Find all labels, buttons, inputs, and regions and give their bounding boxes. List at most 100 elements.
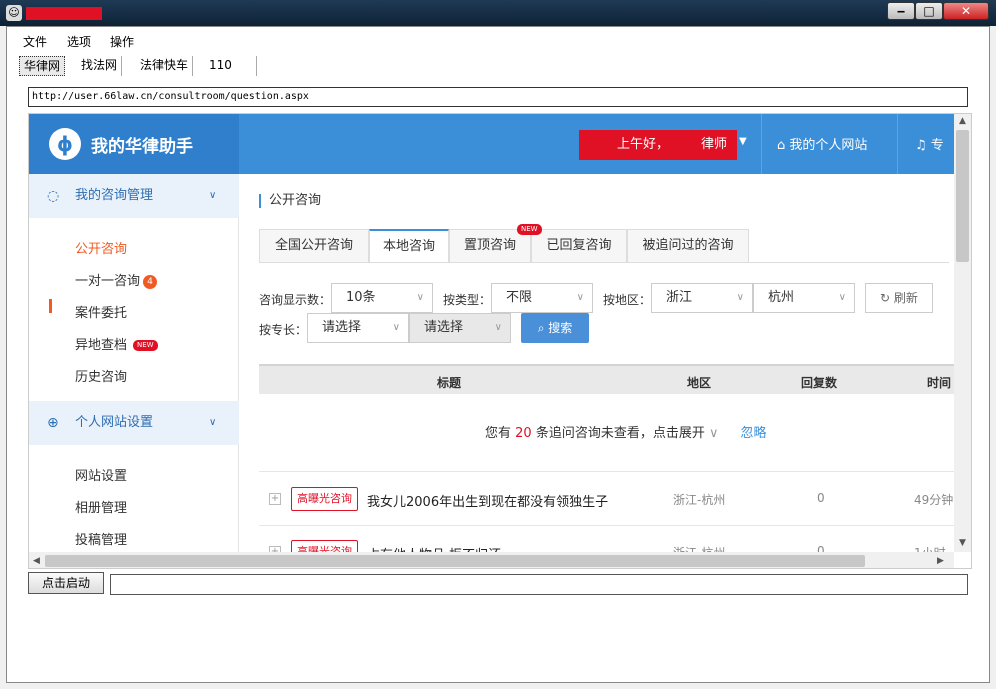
select-value: 请选择 (424, 320, 464, 335)
vertical-scroll-thumb[interactable] (956, 130, 969, 262)
help-label: 专 (930, 138, 944, 153)
notice-count: 20 (515, 426, 532, 441)
menu-operations[interactable]: 操作 (110, 33, 134, 50)
toolbar-110[interactable]: 110 (205, 56, 257, 76)
scroll-up-icon[interactable]: ▲ (959, 116, 966, 126)
greeting-redacted[interactable]: 上午好， 律师 (579, 130, 737, 160)
scroll-right-icon[interactable]: ▶ (937, 556, 944, 566)
url-input[interactable]: http://user.66law.cn/consultroom/questio… (28, 87, 968, 107)
col-replies: 回复数 (801, 376, 838, 390)
header-divider (897, 114, 898, 174)
province-select[interactable]: 浙江 ∨ (651, 283, 753, 313)
chevron-down-icon: ∨ (209, 417, 217, 428)
sidebar-item-public[interactable]: 公开咨询 (75, 238, 127, 257)
minimize-button[interactable]: ‒ (887, 2, 915, 20)
refresh-label: 刷新 (893, 291, 918, 305)
toolbar: 华律网 找法网 法律快车 110 (7, 54, 989, 78)
chevron-down-icon: ∨ (736, 292, 744, 303)
sidebar-item-case[interactable]: 案件委托 (75, 302, 127, 321)
menu-file[interactable]: 文件 (23, 33, 47, 50)
sidebar-item-submission[interactable]: 投稿管理 (75, 529, 127, 548)
toolbar-zhaofa[interactable]: 找法网 (77, 56, 123, 76)
chevron-down-icon: ∨ (392, 322, 400, 333)
area-label: 按地区： (603, 293, 652, 307)
search-label: 搜索 (548, 321, 573, 335)
horizontal-scrollbar[interactable]: ◀ ▶ (29, 552, 954, 568)
horizontal-scroll-thumb[interactable] (45, 555, 865, 567)
maximize-button[interactable]: □ (915, 2, 943, 20)
menu-options[interactable]: 选项 (67, 33, 91, 50)
logo-area: ϕ 我的华律助手 (29, 114, 239, 174)
sidebar-item-one-on-one[interactable]: 一对一咨询 4 (75, 270, 158, 289)
sidebar-item-album[interactable]: 相册管理 (75, 497, 127, 516)
col-title: 标题 (437, 376, 462, 390)
window-title-redacted (26, 7, 102, 20)
app-smile-icon: ☺ (6, 5, 22, 21)
row-divider (259, 471, 959, 472)
chevron-down-icon: ∨ (416, 292, 424, 303)
start-button[interactable]: 点击启动 (28, 572, 104, 594)
my-site-link[interactable]: ⌂ 我的个人网站 (777, 134, 867, 153)
logo-title: 我的华律助手 (91, 137, 193, 157)
search-button[interactable]: ⌕ 搜索 (521, 313, 589, 343)
browser-view: ϕ 我的华律助手 上午好， 律师 ▼ ⌂ 我的个人网站 ♫ 专 ◌ 我的咨询管理… (28, 113, 972, 569)
specialty-select-1[interactable]: 请选择 ∨ (307, 313, 409, 343)
home-icon: ⌂ (777, 138, 790, 153)
tab-local[interactable]: 本地咨询 (369, 229, 449, 263)
app-frame: 文件 选项 操作 华律网 找法网 法律快车 110 http://user.66… (6, 26, 990, 683)
sidebar-section-consult[interactable]: ◌ 我的咨询管理 ∨ (29, 174, 239, 218)
table-row[interactable]: + 高曝光咨询 我女儿2006年出生到现在都没有领独生子 浙江-杭州 0 49分… (259, 485, 959, 515)
city-select[interactable]: 杭州 ∨ (753, 283, 855, 313)
select-value: 杭州 (768, 290, 795, 305)
followup-notice[interactable]: 您有 20 条追问咨询未查看，点击展开 ∨ 忽略 (485, 422, 767, 441)
select-value: 10条 (346, 290, 376, 305)
ignore-link[interactable]: 忽略 (740, 426, 766, 441)
vertical-scrollbar[interactable]: ▲ ▼ (954, 114, 971, 552)
user-dropdown-icon[interactable]: ▼ (739, 136, 747, 147)
page-title: 公开咨询 (259, 194, 321, 208)
notice-text: 条追问咨询未查看，点击展开 (531, 426, 705, 441)
type-select[interactable]: 不限 ∨ (491, 283, 593, 313)
tab-followed-up[interactable]: 被追问过的咨询 (627, 229, 749, 263)
count-label: 咨询显示数： (259, 293, 332, 307)
table-header: 标题 地区 回复数 时间 (259, 364, 959, 394)
specialty-select-2[interactable]: 请选择 ∨ (409, 313, 511, 343)
col-region: 地区 (687, 376, 712, 390)
tab-replied[interactable]: 已回复咨询 (531, 229, 627, 263)
sidebar-item-remote[interactable]: 异地查档 NEW (75, 334, 158, 353)
row-replies: 0 (817, 491, 825, 505)
headset-icon: ♫ (915, 138, 931, 153)
refresh-button[interactable]: ↻ 刷新 (865, 283, 933, 313)
new-badge: NEW (133, 340, 158, 351)
chevron-down-icon: ∨ (494, 322, 502, 333)
sidebar-item-site-settings[interactable]: 网站设置 (75, 465, 127, 484)
tab-national[interactable]: 全国公开咨询 (259, 229, 369, 263)
chevron-down-icon: ∨ (838, 292, 846, 303)
scroll-left-icon[interactable]: ◀ (33, 556, 40, 566)
row-time: 49分钟 (914, 493, 954, 507)
sidebar-section-site[interactable]: ⊕ 个人网站设置 ∨ (29, 401, 239, 445)
select-value: 浙江 (666, 290, 693, 305)
menu-bar: 文件 选项 操作 (7, 27, 989, 53)
scroll-down-icon[interactable]: ▼ (959, 538, 966, 548)
sidebar-item-history[interactable]: 历史咨询 (75, 366, 127, 385)
toolbar-falvkuaiche[interactable]: 法律快车 (136, 56, 194, 76)
greeting-role: 律师 (701, 137, 728, 152)
count-select[interactable]: 10条 ∨ (331, 283, 433, 313)
row-divider (259, 525, 959, 526)
section-label: 我的咨询管理 (75, 188, 154, 203)
status-input[interactable] (110, 574, 968, 595)
chevron-down-icon: ∨ (704, 426, 719, 441)
expand-icon[interactable]: + (269, 493, 281, 505)
item-label: 一对一咨询 (75, 274, 141, 289)
refresh-icon: ↻ (880, 291, 894, 305)
help-link[interactable]: ♫ 专 (915, 134, 944, 153)
row-title[interactable]: 我女儿2006年出生到现在都没有领独生子 (367, 491, 608, 510)
header-divider (761, 114, 762, 174)
exposure-tag: 高曝光咨询 (291, 487, 358, 511)
active-indicator (49, 299, 52, 313)
toolbar-hualv[interactable]: 华律网 (19, 56, 66, 76)
chevron-down-icon: ∨ (576, 292, 584, 303)
close-button[interactable]: ✕ (943, 2, 989, 20)
greeting-text: 上午好， (617, 137, 670, 152)
